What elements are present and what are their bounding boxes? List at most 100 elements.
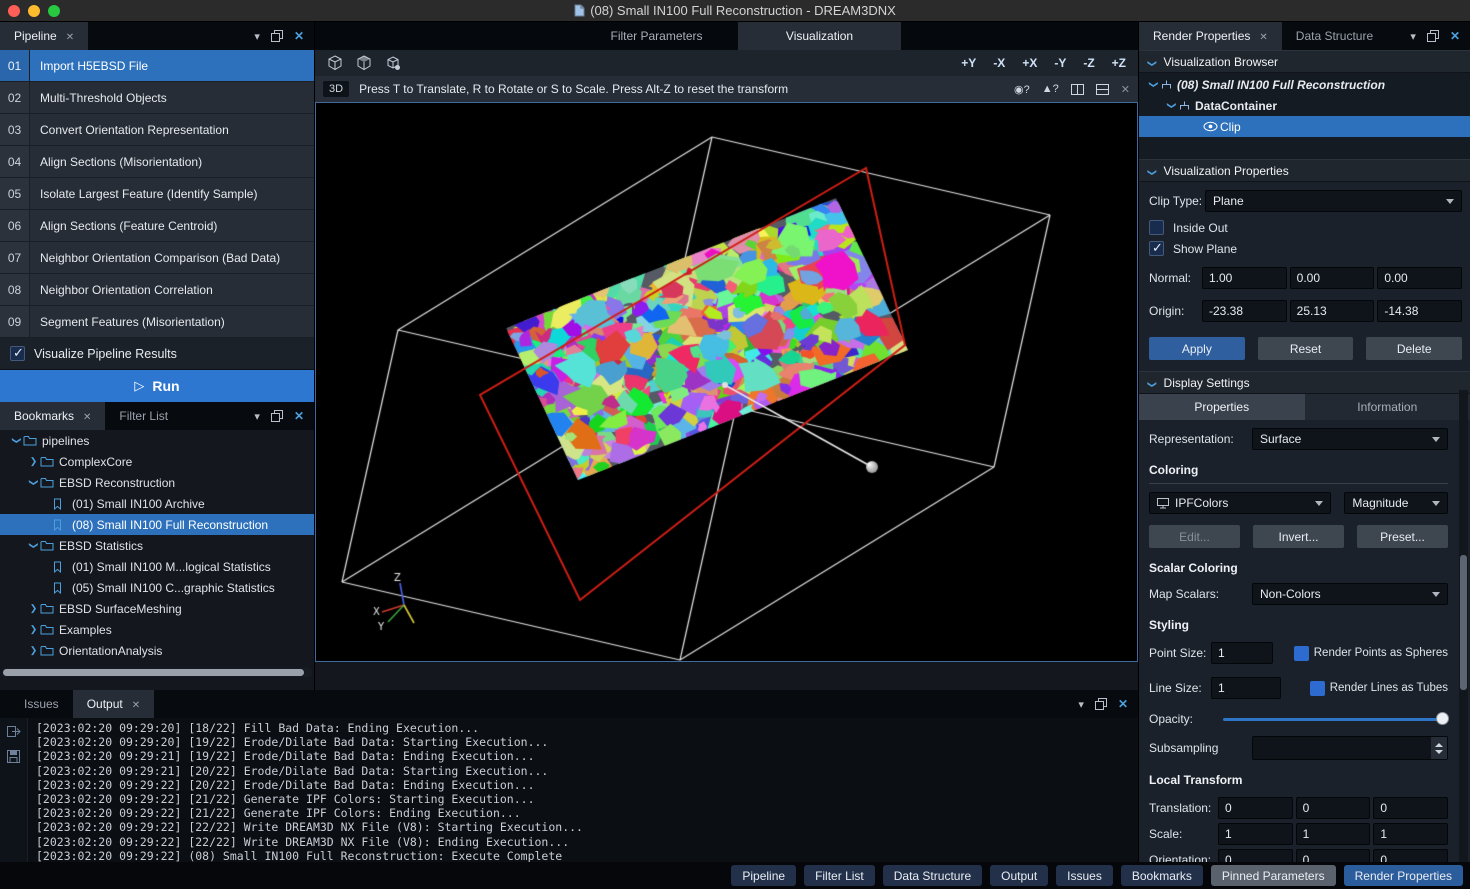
close-panel-icon[interactable] [294, 407, 304, 425]
scale-x-input[interactable]: 1 [1218, 823, 1293, 845]
close-window-button[interactable] [8, 5, 20, 17]
translation-z-input[interactable]: 0 [1373, 797, 1448, 819]
float-panel-icon[interactable] [271, 410, 283, 422]
bookmarks-tree-item[interactable]: ❯EBSD Reconstruction [0, 472, 314, 493]
close-panel-icon[interactable] [1450, 27, 1460, 45]
panel-toggle-filter-list[interactable]: Filter List [804, 865, 875, 886]
pipeline-step[interactable]: 04Align Sections (Misorientation) [0, 146, 314, 178]
close-tab-icon[interactable] [1250, 29, 1267, 43]
bookmarks-tree-item[interactable]: ❯EBSD Statistics [0, 535, 314, 556]
axis-view-button[interactable]: -Z [1083, 56, 1094, 70]
export-log-icon[interactable] [6, 724, 21, 739]
visualization-properties-header[interactable]: Visualization Properties [1139, 159, 1470, 182]
normal-y-input[interactable]: 0.00 [1290, 267, 1375, 289]
tree-item-clip[interactable]: Clip [1139, 116, 1470, 137]
tab-data-structure[interactable]: Data Structure [1282, 22, 1387, 50]
panel-toggle-bookmarks[interactable]: Bookmarks [1121, 865, 1203, 886]
save-log-icon[interactable] [6, 749, 21, 764]
tab-filter-list[interactable]: Filter List [105, 402, 182, 430]
reset-button[interactable]: Reset [1258, 337, 1354, 360]
tree-item-pipeline[interactable]: ❯ (08) Small IN100 Full Reconstruction [1139, 74, 1470, 95]
inside-out-checkbox[interactable] [1149, 220, 1164, 235]
subsampling-spinner[interactable] [1252, 736, 1448, 760]
eye-icon[interactable] [1203, 121, 1220, 132]
axis-view-button[interactable]: -Y [1054, 56, 1066, 70]
translation-y-input[interactable]: 0 [1296, 797, 1371, 819]
split-horizontal-icon[interactable] [1096, 84, 1109, 95]
reset-camera-cube-icon[interactable] [385, 55, 401, 71]
scale-y-input[interactable]: 1 [1296, 823, 1371, 845]
chevron-down-icon[interactable] [1410, 27, 1416, 45]
panel-toggle-issues[interactable]: Issues [1056, 865, 1113, 886]
camera-cube-icon[interactable] [327, 55, 343, 71]
tab-render-properties[interactable]: Render Properties [1139, 22, 1282, 50]
tab-bookmarks[interactable]: Bookmarks [0, 402, 105, 430]
orientation-x-input[interactable]: 0 [1218, 849, 1293, 862]
render-viewport[interactable] [315, 102, 1138, 662]
panel-toggle-render-properties[interactable]: Render Properties [1344, 865, 1463, 886]
zoom-window-button[interactable] [48, 5, 60, 17]
panel-toggle-output[interactable]: Output [990, 865, 1048, 886]
spin-down-icon[interactable] [1435, 750, 1443, 754]
scale-z-input[interactable]: 1 [1373, 823, 1448, 845]
float-panel-icon[interactable] [1427, 30, 1439, 42]
line-size-input[interactable]: 1 [1211, 677, 1281, 699]
bookmarks-tree-item[interactable]: ❯pipelines [0, 430, 314, 451]
tab-information[interactable]: Information [1305, 394, 1470, 420]
close-tab-icon[interactable] [123, 697, 140, 711]
translation-x-input[interactable]: 0 [1218, 797, 1293, 819]
close-view-icon[interactable] [1121, 83, 1130, 96]
tab-filter-parameters[interactable]: Filter Parameters [575, 22, 738, 50]
chevron-down-icon[interactable]: ❯ [28, 539, 39, 552]
visualize-results-row[interactable]: Visualize Pipeline Results [0, 338, 314, 370]
split-vertical-icon[interactable] [1071, 84, 1084, 95]
bookmarks-tree-item[interactable]: ❯ComplexCore [0, 451, 314, 472]
chevron-down-icon[interactable] [254, 407, 260, 425]
bookmarks-tree-item[interactable]: (01) Small IN100 Archive [0, 493, 314, 514]
origin-y-input[interactable]: 25.13 [1290, 300, 1375, 322]
representation-dropdown[interactable]: Surface [1252, 428, 1448, 450]
axis-view-button[interactable]: +Z [1112, 56, 1126, 70]
apply-button[interactable]: Apply [1149, 337, 1245, 360]
pipeline-step[interactable]: 03Convert Orientation Representation [0, 114, 314, 146]
scrollbar-thumb[interactable] [1460, 555, 1467, 690]
render-lines-as-tubes-checkbox[interactable] [1310, 681, 1325, 696]
invert-colormap-button[interactable]: Invert... [1253, 525, 1344, 548]
axis-view-button[interactable]: +X [1022, 56, 1037, 70]
axis-view-button[interactable]: -X [993, 56, 1005, 70]
spin-up-icon[interactable] [1435, 743, 1443, 747]
bookmarks-tree-item[interactable]: ❯EBSD SurfaceMeshing [0, 598, 314, 619]
spinner-buttons[interactable] [1431, 737, 1447, 759]
tab-output[interactable]: Output [73, 690, 154, 718]
chevron-down-icon[interactable]: ❯ [1148, 78, 1159, 91]
pipeline-step[interactable]: 05Isolate Largest Feature (Identify Samp… [0, 178, 314, 210]
close-tab-icon[interactable] [74, 409, 91, 423]
pipeline-step[interactable]: 07Neighbor Orientation Comparison (Bad D… [0, 242, 314, 274]
orientation-y-input[interactable]: 0 [1296, 849, 1371, 862]
tab-issues[interactable]: Issues [10, 690, 73, 718]
tree-item-datacontainer[interactable]: ❯ DataContainer [1139, 95, 1470, 116]
visualize-results-checkbox[interactable] [10, 346, 25, 361]
show-plane-checkbox[interactable] [1149, 241, 1164, 256]
coloring-array-dropdown[interactable]: IPFColors [1149, 492, 1331, 514]
component-dropdown[interactable]: Magnitude [1344, 492, 1448, 514]
close-panel-icon[interactable] [1118, 695, 1128, 713]
camera-face-cube-icon[interactable] [356, 55, 372, 71]
render-viewport-canvas[interactable] [316, 103, 1137, 661]
bookmarks-tree-item[interactable]: (08) Small IN100 Full Reconstruction [0, 514, 314, 535]
map-scalars-dropdown[interactable]: Non-Colors [1252, 583, 1448, 605]
chevron-right-icon[interactable]: ❯ [27, 645, 40, 656]
chevron-down-icon[interactable]: ❯ [28, 476, 39, 489]
edit-colormap-button[interactable]: Edit... [1149, 525, 1240, 548]
chevron-down-icon[interactable]: ❯ [11, 434, 22, 447]
render-points-as-spheres-checkbox[interactable] [1294, 646, 1309, 661]
tab-pipeline[interactable]: Pipeline [0, 22, 88, 50]
console-log[interactable]: [2023:02:20 09:29:20] [18/22] Fill Bad D… [28, 718, 591, 862]
orientation-z-input[interactable]: 0 [1373, 849, 1448, 862]
view-mode-badge[interactable]: 3D [323, 81, 349, 97]
clip-type-dropdown[interactable]: Plane [1205, 190, 1462, 212]
close-panel-icon[interactable] [294, 27, 304, 45]
chevron-down-icon[interactable] [254, 27, 260, 45]
run-button[interactable]: ▷ Run [0, 370, 314, 402]
chevron-right-icon[interactable]: ❯ [27, 624, 40, 635]
